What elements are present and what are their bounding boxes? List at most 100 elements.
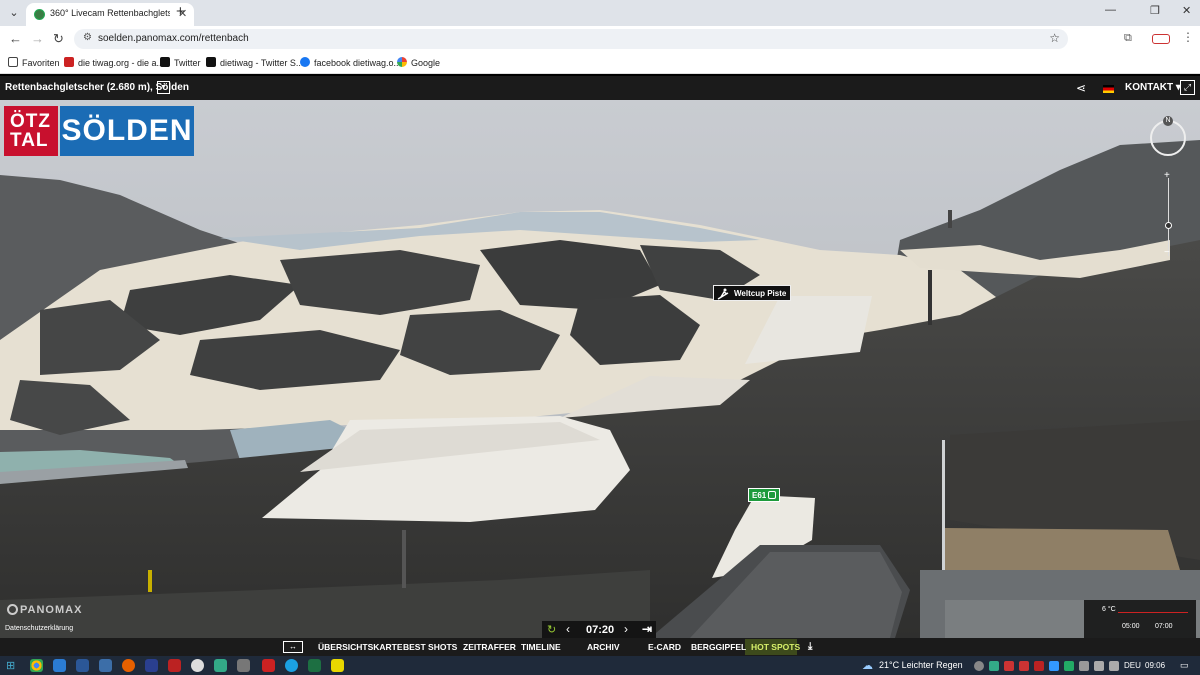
download-icon[interactable]: ⤓	[808, 641, 812, 652]
temperature-trend-line	[1118, 612, 1188, 613]
app-x-icon[interactable]	[331, 659, 344, 672]
taskbar-weather[interactable]: 21°C Leichter Regen	[879, 660, 963, 670]
kontakt-menu[interactable]: KONTAKT ▾	[1125, 82, 1181, 93]
bookmarks-bar: Favoriten die tiwag.org - die a... Twitt…	[0, 52, 1200, 74]
zoom-slider-track[interactable]	[1168, 178, 1169, 256]
tray-whatsapp-icon[interactable]	[1064, 661, 1074, 671]
edge-icon[interactable]	[53, 659, 66, 672]
solden-logo[interactable]: SÖLDEN	[60, 106, 194, 156]
tray-skype-icon[interactable]	[974, 661, 984, 671]
browser-toolbar: ← → ↻ ⚙ soelden.panomax.com/rettenbach ☆…	[0, 26, 1200, 52]
extensions-icon[interactable]: ⧉	[1124, 32, 1132, 45]
forward-arrow-icon[interactable]: →	[31, 31, 44, 46]
browser-tab-active[interactable]: 360° Livecam Rettenbachgletscher ✕	[26, 3, 194, 26]
browser-tab-bar: ⌄ 360° Livecam Rettenbachgletscher ✕ + —…	[0, 0, 1200, 26]
menu-archiv[interactable]: ARCHIV	[587, 642, 620, 652]
current-time[interactable]: 07:20	[586, 624, 614, 636]
next-time-icon[interactable]: ›	[624, 622, 628, 636]
menu-berggipfel[interactable]: BERGGIPFEL	[691, 642, 746, 652]
weather-temperature: 6 °C	[1102, 606, 1116, 613]
tab-search-icon[interactable]: ⌄	[6, 5, 22, 21]
bookmark-favoriten[interactable]: Favoriten	[8, 57, 60, 68]
facebook-icon	[300, 57, 310, 67]
pdf-icon[interactable]	[168, 659, 181, 672]
globe-favicon-icon	[34, 9, 45, 20]
bookmark-google[interactable]: Google	[397, 57, 440, 68]
folder-icon	[8, 57, 18, 67]
tray-cloud-icon[interactable]	[1049, 661, 1059, 671]
firefox-icon[interactable]	[122, 659, 135, 672]
hotspot-e61[interactable]: E61	[748, 488, 780, 502]
filezilla-icon[interactable]	[262, 659, 275, 672]
menu-zeitraffer[interactable]: ZEITRAFFER	[463, 642, 516, 652]
restore-icon[interactable]: ❐	[1150, 4, 1160, 17]
zoom-slider-handle[interactable]	[1165, 222, 1172, 229]
photos-icon[interactable]	[214, 659, 227, 672]
datenschutz-link[interactable]: Datenschutzerklärung	[5, 625, 73, 632]
explorer-icon[interactable]	[237, 659, 250, 672]
tab-title: 360° Livecam Rettenbachgletscher	[50, 8, 170, 18]
taskbar-clock[interactable]: 09:06	[1145, 661, 1165, 670]
glacier-panorama-image	[0, 100, 1200, 638]
autoplay-loop-icon[interactable]: ↻	[547, 623, 556, 636]
menu-hot-spots[interactable]: HOT SPOTS	[751, 642, 800, 652]
taskbar-language[interactable]: DEU	[1124, 661, 1141, 670]
menu-uebersichtskarte[interactable]: ÜBERSICHTSKARTE	[318, 642, 403, 652]
panomax-ring-icon	[7, 604, 18, 615]
mail-icon[interactable]	[99, 659, 112, 672]
panomax-header: Rettenbachgletscher (2.680 m), Sölden ▼ …	[0, 76, 1200, 100]
bookmark-star-icon[interactable]: ☆	[1049, 31, 1060, 45]
bookmark-twitter[interactable]: Twitter	[160, 57, 201, 68]
app-icon[interactable]	[145, 659, 158, 672]
weather-time-end: 07:00	[1155, 623, 1173, 630]
previous-time-icon[interactable]: ‹	[566, 622, 570, 636]
google-icon	[397, 57, 407, 67]
x-logo-icon	[160, 57, 170, 67]
tray-pdf-icon[interactable]	[1004, 661, 1014, 671]
tray-network-icon[interactable]	[1079, 661, 1089, 671]
word-icon[interactable]	[76, 659, 89, 672]
notification-icon[interactable]: ▭	[1180, 660, 1189, 671]
window-close-icon[interactable]: ✕	[1182, 4, 1191, 17]
chrome-icon[interactable]	[30, 659, 43, 672]
fullscreen-icon[interactable]: ⤢	[1180, 80, 1195, 95]
windows-start-icon[interactable]: ⊞	[6, 659, 15, 672]
browser-menu-icon[interactable]: ⋮	[1182, 30, 1194, 44]
site-info-icon[interactable]: ⚙	[83, 32, 92, 43]
menu-e-card[interactable]: E-CARD	[648, 642, 681, 652]
zoom-out-icon[interactable]: −	[1164, 247, 1170, 258]
minimize-icon[interactable]: —	[1105, 4, 1116, 16]
url-text[interactable]: soelden.panomax.com/rettenbach	[98, 33, 249, 44]
bookmark-dietiwag-twitter[interactable]: dietiwag - Twitter S...	[206, 57, 303, 68]
share-icon[interactable]: ⋖	[1076, 81, 1086, 95]
menu-timeline[interactable]: TIMELINE	[521, 642, 561, 652]
back-arrow-icon[interactable]: ←	[9, 31, 22, 46]
weather-cloud-icon: ☁	[862, 660, 873, 672]
reload-icon[interactable]: ↻	[53, 31, 64, 47]
tray-app-icon[interactable]	[989, 661, 999, 671]
tray-filezilla-icon[interactable]	[1034, 661, 1044, 671]
bookmark-tiwag[interactable]: die tiwag.org - die a...	[64, 57, 164, 68]
excel-icon[interactable]	[308, 659, 321, 672]
german-flag-icon[interactable]	[1103, 85, 1114, 93]
compass-north-label: N	[1163, 116, 1173, 126]
expand-width-icon[interactable]: ↔	[283, 641, 303, 653]
tray-antivirus-icon[interactable]	[1019, 661, 1029, 671]
profile-avatar[interactable]	[1152, 34, 1170, 44]
address-bar[interactable]: ⚙ soelden.panomax.com/rettenbach ☆	[74, 29, 1068, 49]
weather-chart-widget[interactable]	[1084, 600, 1196, 638]
otztal-logo[interactable]: ÖTZ TAL	[4, 106, 58, 156]
new-tab-icon[interactable]: +	[176, 3, 185, 20]
weather-time-start: 05:00	[1122, 623, 1140, 630]
panorama-view[interactable]	[0, 100, 1200, 638]
camera-dropdown-icon[interactable]: ▼	[157, 81, 170, 94]
bookmark-facebook[interactable]: facebook dietiwag.o...	[300, 57, 401, 68]
browser-icon[interactable]	[285, 659, 298, 672]
media-icon[interactable]	[191, 659, 204, 672]
tray-wifi-icon[interactable]	[1094, 661, 1104, 671]
hotspot-weltcup-piste[interactable]: Weltcup Piste	[713, 285, 792, 301]
menu-best-shots[interactable]: BEST SHOTS	[403, 642, 457, 652]
jump-to-latest-icon[interactable]: ⇥	[642, 622, 652, 636]
panomax-logo[interactable]: PANOMAX	[7, 604, 82, 616]
tray-volume-icon[interactable]	[1109, 661, 1119, 671]
